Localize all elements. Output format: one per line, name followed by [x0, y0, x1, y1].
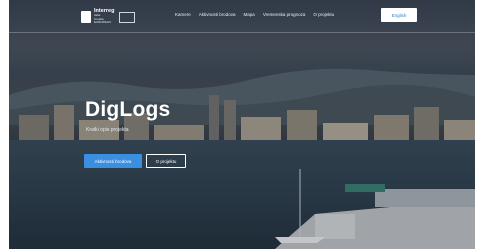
hero-subtitle: Kratki opis projekta: [86, 127, 129, 133]
eu-flag-icon: [119, 11, 136, 23]
logo-text-block: Interreg Italia Croatia EUROPEAN: [94, 9, 114, 25]
nav-item-kamere[interactable]: Kamere: [175, 12, 191, 17]
logo-sub-line: EUROPEAN: [94, 20, 111, 25]
hero-overlay: [9, 0, 475, 249]
hero-title: DigLogs: [85, 98, 171, 121]
ship-activity-button[interactable]: Aktivnosti brodova: [84, 154, 142, 168]
nav-item-o-projektu[interactable]: O projektu: [313, 12, 334, 17]
nav-item-mapa[interactable]: Mapa: [244, 12, 255, 17]
interreg-logo-icon: [81, 11, 91, 23]
top-navbar: Interreg Italia Croatia EUROPEAN Kamere …: [9, 0, 475, 33]
nav-item-vremenska-prognoza[interactable]: Vremenska prognoza: [263, 12, 306, 17]
main-nav: Kamere Aktivnosti brodova Mapa Vremenska…: [175, 12, 334, 17]
site-logo[interactable]: Interreg Italia Croatia EUROPEAN: [81, 9, 136, 25]
hero-section: Interreg Italia Croatia EUROPEAN Kamere …: [9, 0, 475, 249]
nav-item-aktivnosti-brodova[interactable]: Aktivnosti brodova: [199, 12, 236, 17]
about-project-button[interactable]: O projektu: [146, 154, 186, 168]
language-button[interactable]: English: [381, 8, 417, 22]
